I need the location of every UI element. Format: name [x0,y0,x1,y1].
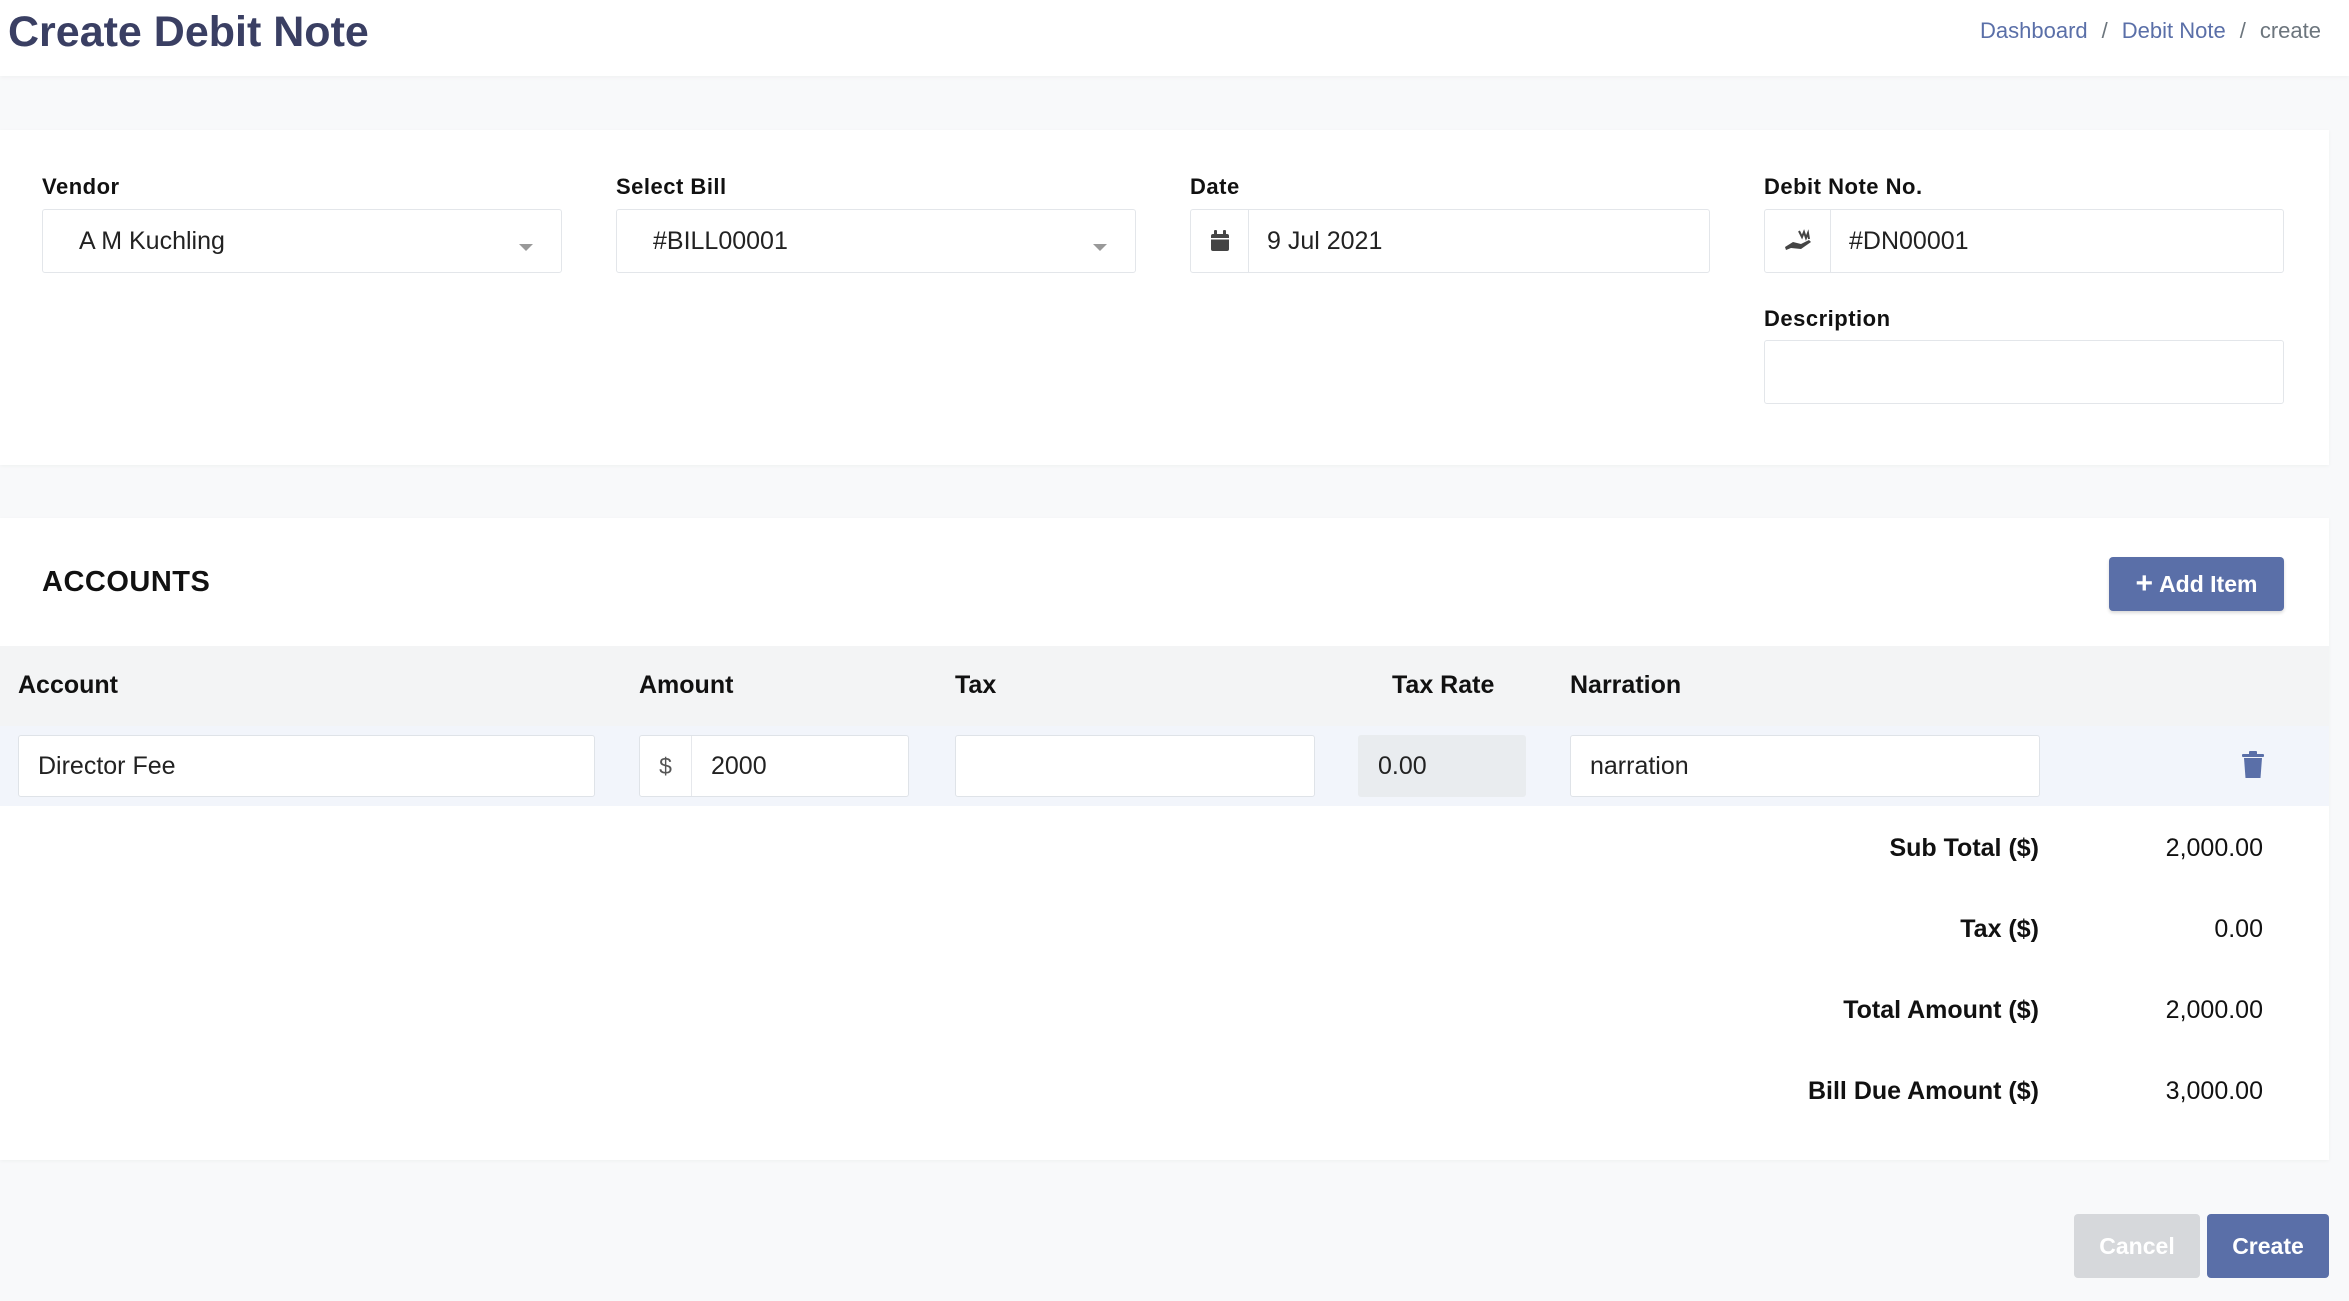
column-account: Account [18,671,118,699]
account-value: Director Fee [38,751,176,780]
trash-icon[interactable] [2240,750,2266,780]
plus-icon: + [2135,567,2154,600]
description-input[interactable] [1764,340,2284,404]
accounts-card: ACCOUNTS + Add Item Account Amount Tax T… [0,518,2329,1160]
description-label: Description [1764,306,1891,331]
tax-rate-value: 0.00 [1378,751,1427,780]
debit-note-no-value: #DN00001 [1849,226,1969,255]
column-tax-rate: Tax Rate [1392,671,1495,699]
vendor-select[interactable]: A M Kuchling [42,209,562,273]
debit-note-no-label: Debit Note No. [1764,174,1923,199]
create-button[interactable]: Create [2207,1214,2329,1278]
sub-total-value: 2,000.00 [2165,834,2263,862]
column-amount: Amount [639,671,734,699]
breadcrumb-debit-note[interactable]: Debit Note [2122,18,2226,43]
breadcrumb-separator: / [2239,18,2246,43]
page-title: Create Debit Note [8,8,369,56]
debit-note-details-card: Vendor A M Kuchling Select Bill #BILL000… [0,130,2329,465]
tax-total-label: Tax ($) [1960,915,2039,943]
hand-coin-icon [1765,210,1831,272]
bill-select[interactable]: #BILL00001 [616,209,1136,273]
sub-total-label: Sub Total ($) [1889,834,2039,862]
column-narration: Narration [1570,671,1682,699]
page-header: Create Debit Note Dashboard / Debit Note / c… [0,0,2349,76]
debit-note-no-input[interactable]: #DN00001 [1764,209,2284,273]
chevron-down-icon [519,244,533,251]
add-item-label: Add Item [2159,570,2258,597]
accounts-title: ACCOUNTS [42,566,211,598]
amount-input[interactable]: $ 2000 [639,735,909,797]
date-label: Date [1190,174,1240,199]
accounts-table-header: Account Amount Tax Tax Rate Narration [0,646,2329,726]
add-item-button[interactable]: + Add Item [2109,557,2284,611]
breadcrumb-separator: / [2101,18,2108,43]
vendor-label: Vendor [42,174,120,199]
total-amount-value: 2,000.00 [2165,996,2263,1024]
breadcrumb-dashboard[interactable]: Dashboard [1980,18,2088,43]
currency-symbol: $ [640,736,692,796]
account-input[interactable]: Director Fee [18,735,595,797]
calendar-icon [1191,210,1249,272]
date-input[interactable]: 9 Jul 2021 [1190,209,1710,273]
breadcrumb: Dashboard / Debit Note / create [1980,18,2321,44]
tax-select[interactable] [955,735,1315,797]
select-bill-label: Select Bill [616,174,727,199]
total-amount-label: Total Amount ($) [1843,996,2039,1024]
narration-input[interactable]: narration [1570,735,2040,797]
table-row: Director Fee $ 2000 0.00 narration [0,726,2329,806]
amount-value: 2000 [711,751,767,780]
narration-value: narration [1590,751,1689,780]
vendor-select-value: A M Kuchling [79,226,225,255]
breadcrumb-current: create [2259,18,2321,43]
bill-due-amount-label: Bill Due Amount ($) [1807,1077,2039,1105]
date-value: 9 Jul 2021 [1267,226,1383,255]
bill-select-value: #BILL00001 [653,226,788,255]
cancel-button[interactable]: Cancel [2074,1214,2200,1278]
chevron-down-icon [1093,244,1107,251]
tax-rate-field: 0.00 [1358,735,1526,797]
column-tax: Tax [955,671,997,699]
bill-due-amount-value: 3,000.00 [2165,1077,2263,1105]
tax-total-value: 0.00 [2214,915,2263,943]
